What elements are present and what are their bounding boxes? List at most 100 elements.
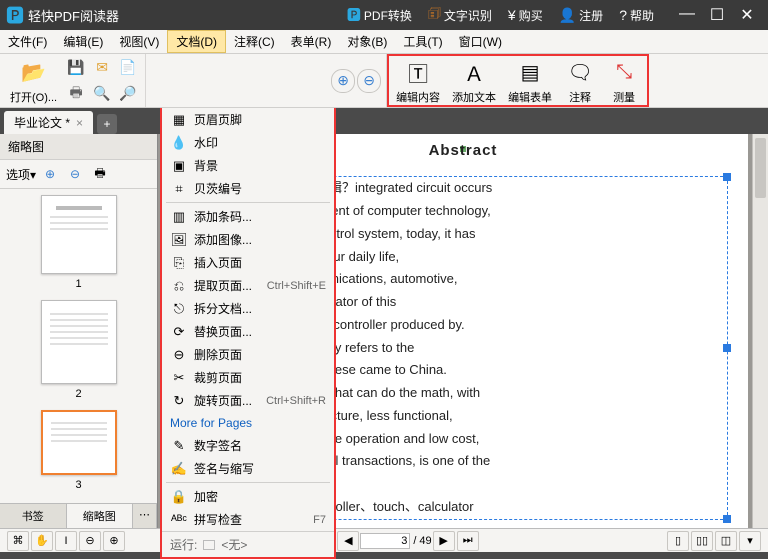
- thumbnail-page[interactable]: [41, 300, 117, 384]
- new-doc-button[interactable]: 📄: [116, 56, 140, 80]
- menu-item[interactable]: ✂裁剪页面: [162, 366, 334, 389]
- thumbnail-page-active[interactable]: [41, 410, 117, 475]
- menu-item-label: 数字签名: [194, 437, 326, 454]
- vertical-scrollbar[interactable]: [752, 134, 768, 528]
- add-text-button[interactable]: Ａ添加文本: [446, 54, 502, 107]
- menu-item-icon: ↻: [170, 393, 188, 409]
- menu-item[interactable]: ✍签名与缩写: [162, 457, 334, 480]
- sidebar-options[interactable]: 选项▾: [6, 166, 36, 183]
- menu-item[interactable]: 🖼添加图像...: [162, 228, 334, 251]
- menu-window[interactable]: 窗口(W): [451, 30, 510, 53]
- menu-item[interactable]: ⎌提取页面...Ctrl+Shift+E: [162, 274, 334, 297]
- tab-add-button[interactable]: +: [97, 114, 117, 134]
- sb-view-facing[interactable]: ◫: [715, 531, 737, 551]
- menu-item-icon: ▥: [170, 209, 188, 225]
- annotate-button[interactable]: 🗨注释: [558, 54, 602, 107]
- dd-section-header: More for Pages: [162, 412, 334, 434]
- sidebar-tab-more[interactable]: ⋯: [133, 504, 157, 528]
- menu-item-label: 背景: [194, 157, 326, 174]
- sb-view-single[interactable]: ▯: [667, 531, 689, 551]
- menu-item[interactable]: ↻旋转页面...Ctrl+Shift+R: [162, 389, 334, 412]
- dd-footer: 运行:<无>: [162, 531, 334, 557]
- edit-form-icon: ▤: [514, 56, 546, 88]
- open-button[interactable]: 📂 打开(O)...: [4, 54, 63, 107]
- minimize-button[interactable]: —: [672, 5, 702, 25]
- menu-object[interactable]: 对象(B): [339, 30, 395, 53]
- find-button[interactable]: 🔎: [116, 82, 140, 106]
- menu-item[interactable]: ✎ 数字签名: [162, 434, 334, 457]
- edit-content-button[interactable]: 🅃编辑内容: [390, 54, 446, 107]
- menu-item[interactable]: ⎘插入页面: [162, 251, 334, 274]
- menu-item[interactable]: ▥添加条码...: [162, 205, 334, 228]
- user-icon: 👤: [559, 7, 576, 24]
- sb-view-more[interactable]: ▾: [739, 531, 761, 551]
- menu-item[interactable]: 💧水印: [162, 131, 334, 154]
- sidebar-tab-thumbnails[interactable]: 缩略图: [67, 504, 134, 528]
- menu-item[interactable]: 🔒加密: [162, 485, 334, 508]
- sb-zoom-out[interactable]: ⊖: [79, 531, 101, 551]
- sb-view-continuous[interactable]: ▯▯: [691, 531, 713, 551]
- menu-item-icon: ⟳: [170, 324, 188, 340]
- menu-view[interactable]: 视图(V): [111, 30, 167, 53]
- titlebar-buy[interactable]: ¥购买: [508, 7, 543, 24]
- zoom-out-button[interactable]: ⊖: [357, 69, 381, 93]
- sel-handle[interactable]: [723, 344, 731, 352]
- menu-item-icon: 🖼: [170, 232, 188, 248]
- menu-item-icon: ⊖: [170, 347, 188, 363]
- document-tab[interactable]: 毕业论文 * ×: [4, 111, 93, 134]
- menu-item[interactable]: ⎋拆分文档...: [162, 297, 334, 320]
- menu-form[interactable]: 表单(R): [283, 30, 340, 53]
- titlebar-pdf-convert[interactable]: 🅿PDF转换: [347, 5, 412, 25]
- scroll-thumb[interactable]: [755, 138, 766, 198]
- measure-button[interactable]: ⤡测量: [602, 54, 646, 107]
- thumb-zoom-in[interactable]: ⊕: [39, 163, 61, 185]
- tab-close-icon[interactable]: ×: [76, 116, 83, 130]
- menu-item-shortcut: Ctrl+Shift+E: [267, 280, 326, 292]
- menu-comment[interactable]: 注释(C): [226, 30, 283, 53]
- menu-item-label: 拼写检查: [194, 511, 313, 528]
- search-button[interactable]: 🔍: [90, 82, 114, 106]
- menu-edit[interactable]: 编辑(E): [55, 30, 111, 53]
- thumbnail-page[interactable]: [41, 195, 117, 274]
- menu-item-icon: ✎: [170, 438, 188, 454]
- menu-file[interactable]: 文件(F): [0, 30, 55, 53]
- ocr-icon: 🗊: [428, 3, 441, 27]
- thumb-print[interactable]: 🖶: [89, 163, 111, 185]
- titlebar-help[interactable]: ?帮助: [619, 7, 654, 24]
- app-logo-icon: 🅿: [6, 2, 24, 28]
- menu-tool[interactable]: 工具(T): [395, 30, 450, 53]
- thumb-zoom-out[interactable]: ⊖: [64, 163, 86, 185]
- folder-open-icon: 📂: [18, 56, 50, 88]
- menu-document[interactable]: 文档(D): [167, 30, 226, 53]
- sb-next-page[interactable]: ▶: [433, 531, 455, 551]
- menu-item[interactable]: ⊖删除页面: [162, 343, 334, 366]
- save-button[interactable]: 💾: [64, 56, 88, 80]
- print-button[interactable]: 🖶: [64, 82, 88, 106]
- sidebar-title: 缩略图: [0, 134, 157, 160]
- maximize-button[interactable]: ☐: [702, 5, 732, 25]
- sidebar-bottom-tabs: 书签 缩略图 ⋯: [0, 503, 157, 528]
- sb-zoom-in[interactable]: ⊕: [103, 531, 125, 551]
- page-number-input[interactable]: [360, 533, 410, 549]
- sb-last-page[interactable]: ⏭: [457, 531, 479, 551]
- menu-item[interactable]: ᴬᴮᶜ拼写检查F7: [162, 508, 334, 531]
- sb-hand[interactable]: ✋: [31, 531, 53, 551]
- titlebar-register[interactable]: 👤注册: [559, 7, 603, 24]
- menu-item-icon: ⎌: [170, 278, 188, 294]
- menu-item[interactable]: ▦页眉页脚: [162, 108, 334, 131]
- sel-handle[interactable]: [723, 173, 731, 181]
- email-button[interactable]: ✉: [90, 56, 114, 80]
- menu-item[interactable]: ⌗贝茨编号: [162, 177, 334, 200]
- close-button[interactable]: ✕: [732, 5, 762, 25]
- zoom-in-button[interactable]: ⊕: [331, 69, 355, 93]
- sel-handle[interactable]: [723, 515, 731, 523]
- titlebar-ocr[interactable]: 🗊文字识别: [428, 3, 492, 27]
- sb-prev-page[interactable]: ◀: [337, 531, 359, 551]
- sb-select[interactable]: I: [55, 531, 77, 551]
- edit-tools-group: 🅃编辑内容 Ａ添加文本 ▤编辑表单 🗨注释 ⤡测量: [387, 54, 649, 107]
- edit-form-button[interactable]: ▤编辑表单: [502, 54, 558, 107]
- sb-options[interactable]: ⌘: [7, 531, 29, 551]
- menu-item[interactable]: ⟳替换页面...: [162, 320, 334, 343]
- menu-item[interactable]: ▣背景: [162, 154, 334, 177]
- sidebar-tab-bookmarks[interactable]: 书签: [0, 504, 67, 528]
